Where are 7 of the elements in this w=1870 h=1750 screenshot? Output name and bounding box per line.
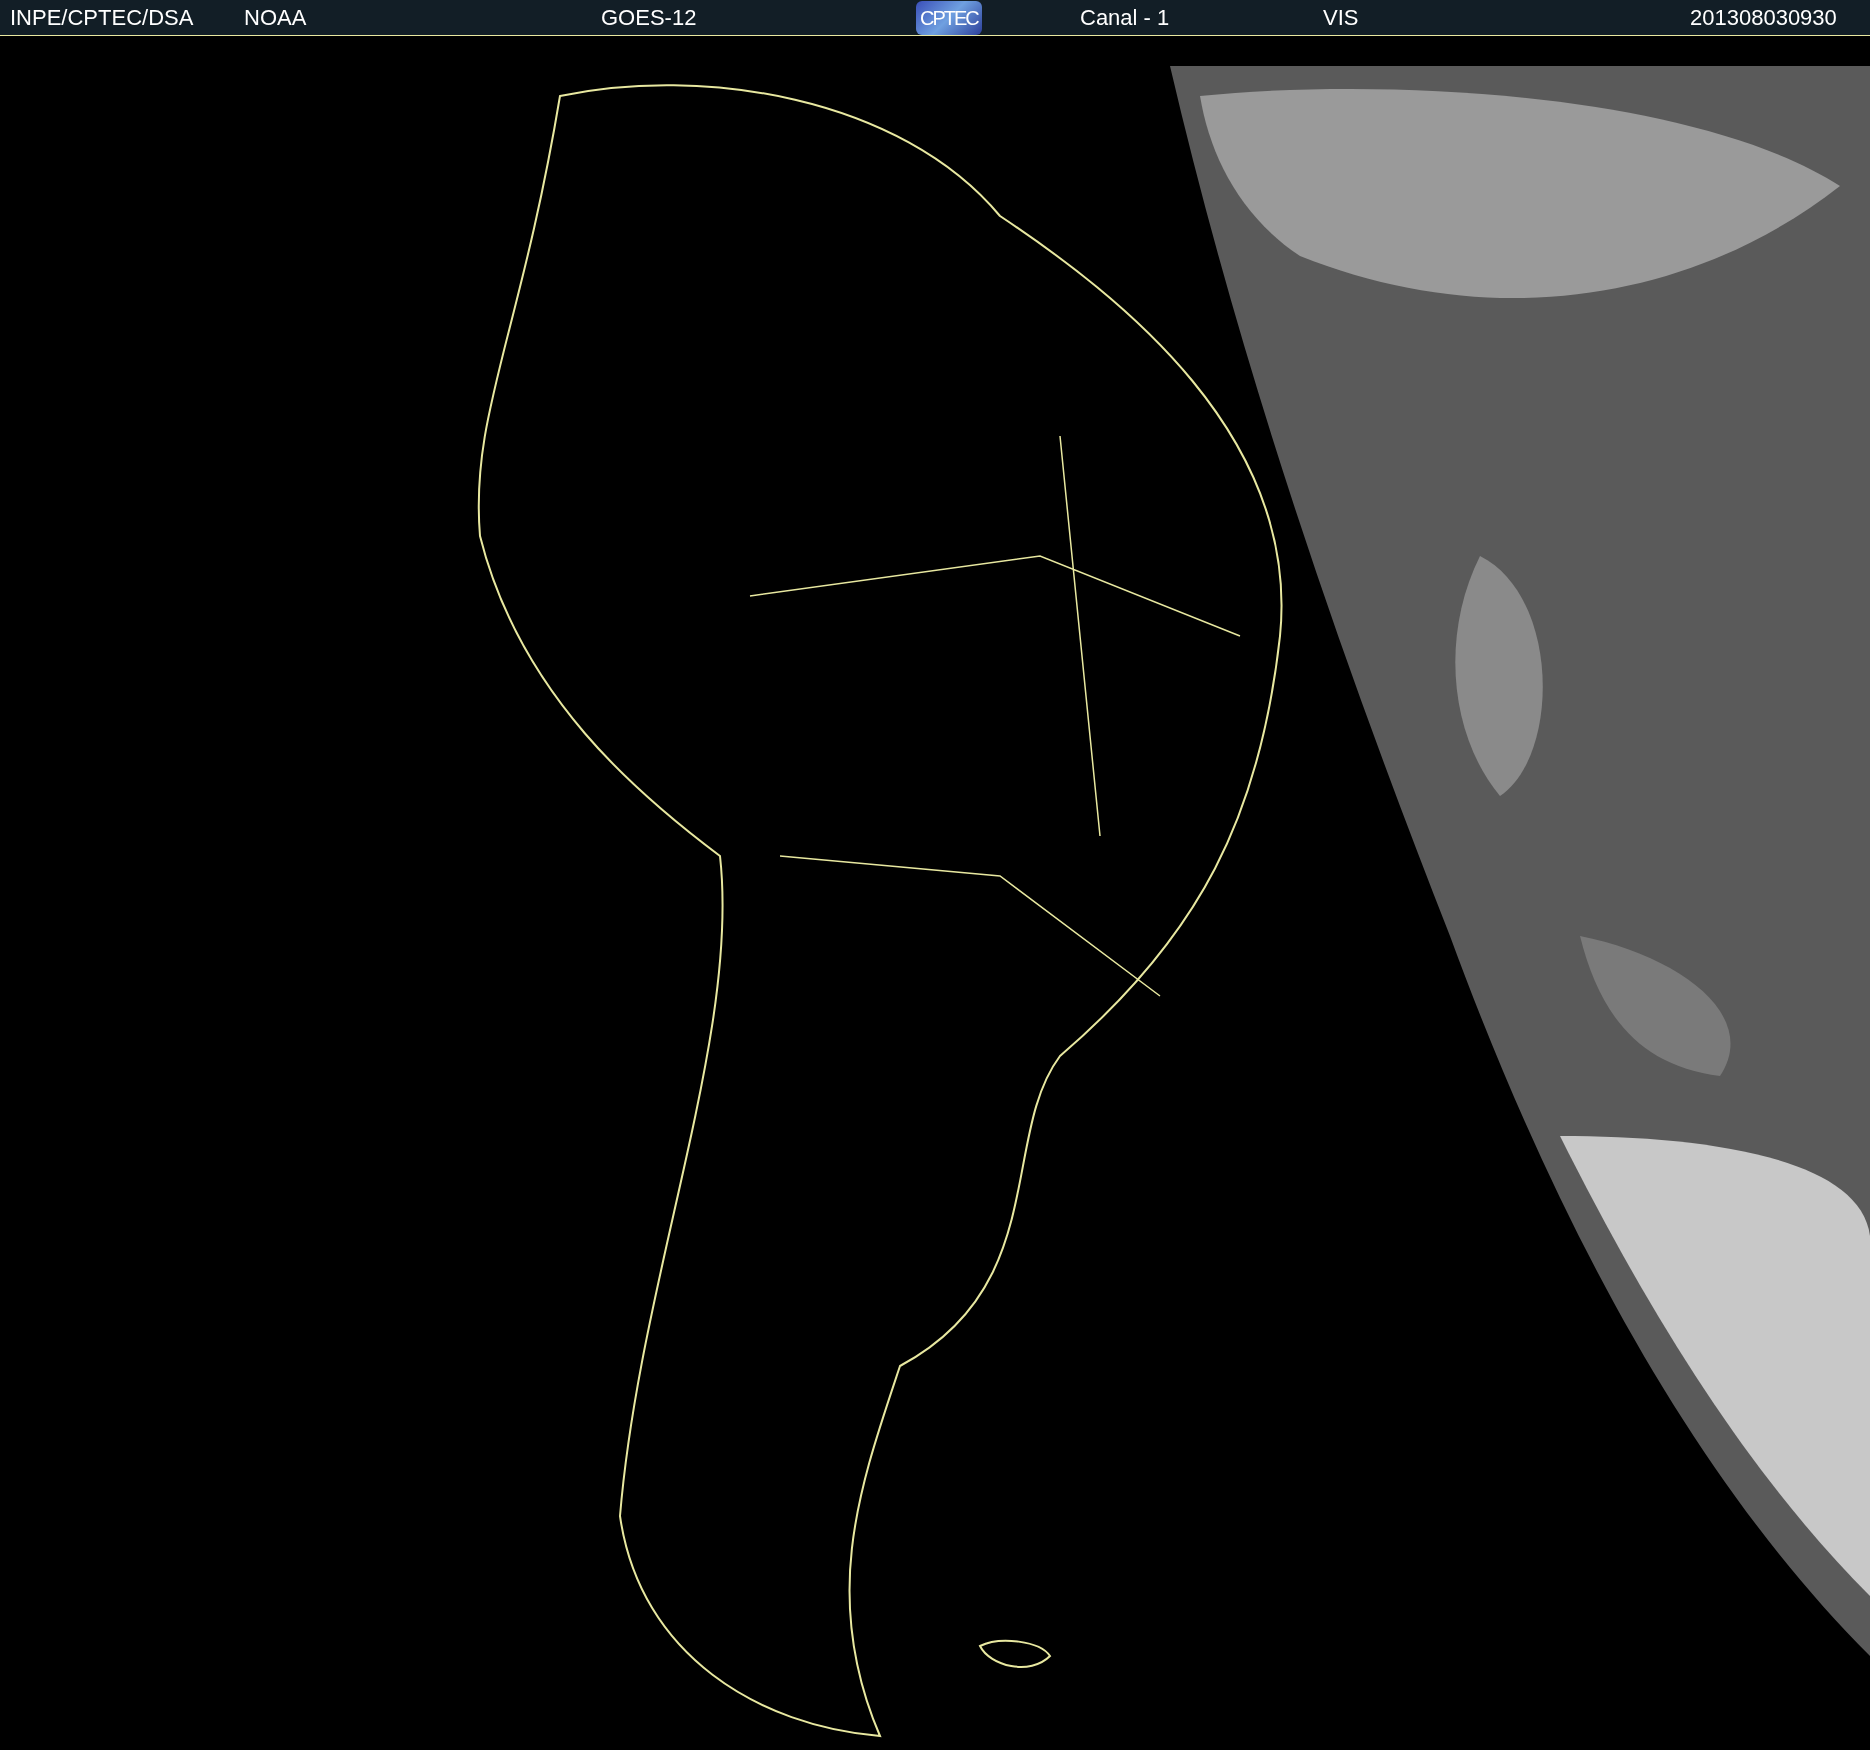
header-label: 201308030930	[1690, 5, 1837, 30]
header-label: NOAA	[244, 5, 307, 30]
header-label: GOES-12	[601, 5, 697, 30]
header-label: INPE/CPTEC/DSA	[10, 5, 194, 30]
logo: CPTEC	[916, 0, 982, 35]
header-label: Canal - 1	[1080, 5, 1170, 30]
header-label: VIS	[1323, 5, 1359, 30]
